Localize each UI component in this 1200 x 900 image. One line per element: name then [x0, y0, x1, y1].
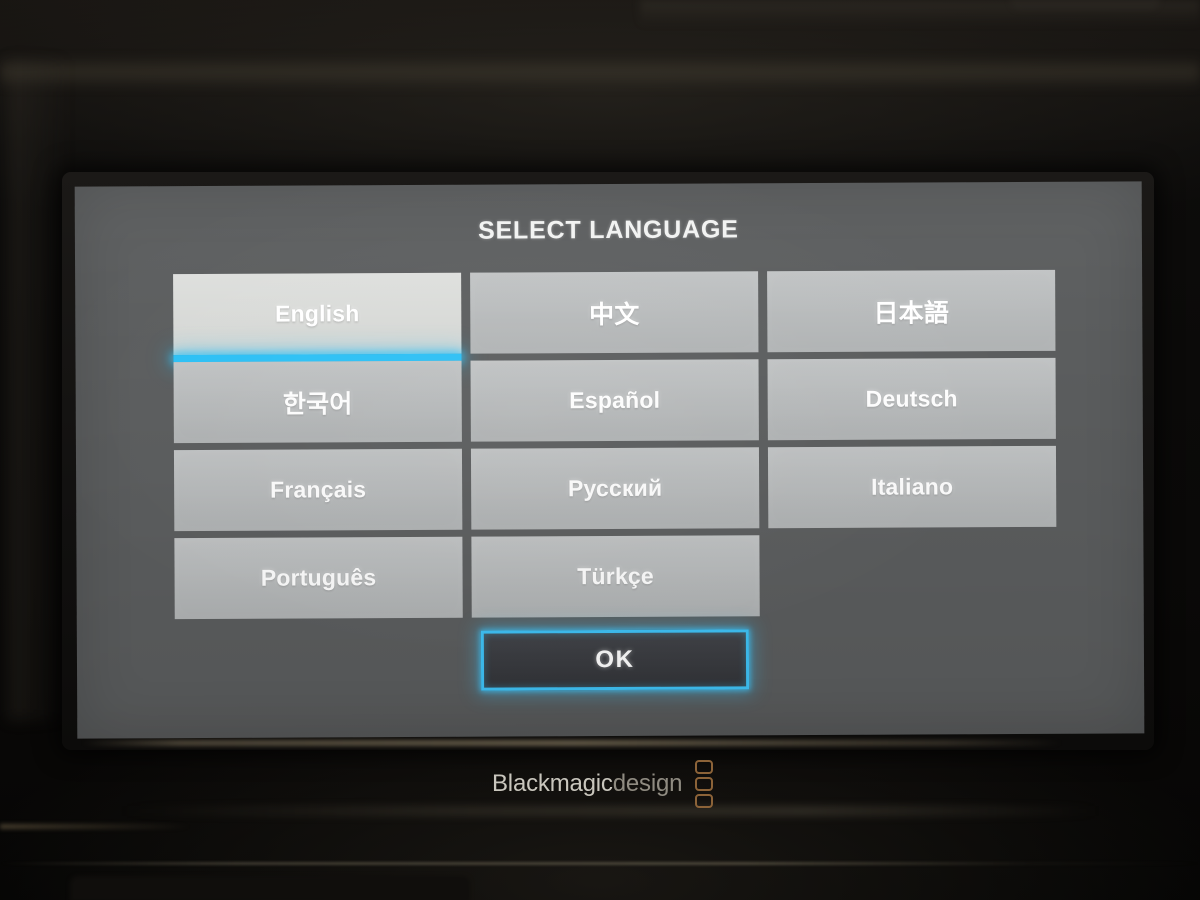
camera-shell-bottom-edge — [0, 862, 1200, 865]
language-option-german[interactable]: Deutsch — [767, 357, 1056, 441]
brand-wordmark-secondary: design — [612, 770, 683, 797]
blackmagic-logo-square-middle — [695, 777, 714, 791]
language-option-label: Русский — [567, 474, 663, 502]
language-option-label: 한국어 — [282, 389, 353, 419]
language-grid-empty-cell — [768, 534, 1056, 616]
ok-button-label: OK — [595, 645, 635, 674]
camera-shell-bottom-edge-left — [0, 824, 190, 829]
language-option-label: English — [274, 300, 360, 327]
language-option-korean[interactable]: 한국어 — [173, 360, 462, 444]
bezel-bottom-glint — [82, 740, 1062, 746]
blackmagic-logo-square-bottom — [695, 794, 714, 808]
lcd-screen: SELECT LANGUAGE English 中文 日本語 한국어 Españ… — [74, 181, 1145, 739]
language-option-spanish[interactable]: Español — [470, 359, 759, 442]
camera-body: SELECT LANGUAGE English 中文 日本語 한국어 Españ… — [0, 0, 1200, 900]
page-title: SELECT LANGUAGE — [477, 215, 739, 245]
language-option-label: Français — [269, 476, 367, 503]
language-option-label: 中文 — [589, 300, 640, 329]
camera-shell-highlight-top-right — [640, 0, 1200, 26]
language-option-turkish[interactable]: Türkçe — [471, 535, 760, 618]
language-option-french[interactable]: Français — [173, 448, 463, 532]
brand-mark: Blackmagicdesign — [492, 760, 714, 808]
blackmagic-logo-icon — [695, 760, 714, 808]
language-grid: English 中文 日本語 한국어 Español Deutsch Franç… — [173, 269, 1057, 620]
language-option-label: Italiano — [871, 473, 954, 500]
ok-button[interactable]: OK — [480, 629, 750, 691]
brand-wordmark-primary: Blackmagic — [492, 770, 613, 797]
camera-shell-bottom-panel — [70, 876, 470, 900]
language-option-label: 日本語 — [873, 298, 950, 328]
blackmagic-logo-square-top — [695, 760, 714, 774]
language-option-label: Español — [569, 386, 661, 414]
language-option-label: Deutsch — [865, 385, 958, 412]
language-option-russian[interactable]: Русский — [470, 447, 760, 530]
brand-wordmark: Blackmagicdesign — [492, 770, 682, 798]
language-option-italian[interactable]: Italiano — [767, 445, 1057, 529]
language-option-label: Türkçe — [577, 562, 654, 590]
language-option-portuguese[interactable]: Português — [174, 536, 463, 620]
language-option-japanese[interactable]: 日本語 — [767, 269, 1056, 353]
camera-shell-highlight-left — [8, 60, 68, 720]
camera-shell-highlight-top — [0, 56, 1200, 90]
language-option-english[interactable]: English — [173, 272, 462, 356]
language-option-chinese[interactable]: 中文 — [470, 271, 759, 354]
language-option-label: Português — [260, 564, 377, 591]
